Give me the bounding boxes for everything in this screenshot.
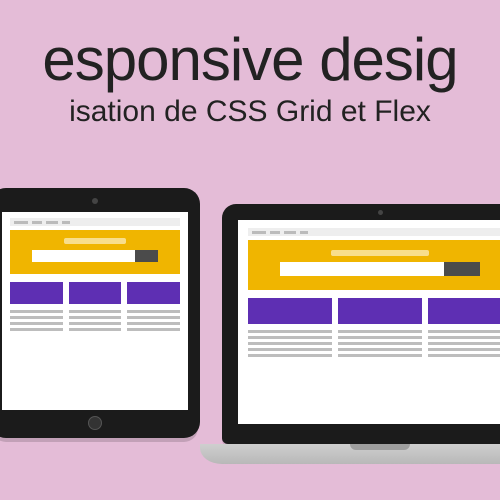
mock-search-button <box>444 262 480 276</box>
mock-search-bar <box>280 262 480 276</box>
mock-card <box>69 282 122 304</box>
mock-column <box>127 282 180 334</box>
mock-columns <box>248 298 500 360</box>
mock-search-bar <box>32 250 158 262</box>
page-title: esponsive desig <box>0 28 500 91</box>
mock-card <box>127 282 180 304</box>
mock-column <box>248 298 332 360</box>
mock-card <box>10 282 63 304</box>
tablet-camera-icon <box>92 198 98 204</box>
mock-hero-heading <box>331 250 429 256</box>
mock-column <box>69 282 122 334</box>
mock-search-button <box>135 250 158 262</box>
laptop-screen <box>238 220 500 424</box>
title-block: esponsive desig isation de CSS Grid et F… <box>0 28 500 129</box>
mock-columns <box>10 282 180 334</box>
mock-hero <box>248 240 500 290</box>
mock-card <box>248 298 332 324</box>
mock-hero <box>10 230 180 274</box>
mock-menubar <box>248 228 500 236</box>
device-stage <box>0 162 500 482</box>
laptop-device <box>200 204 500 464</box>
laptop-lid <box>222 204 500 444</box>
mock-card <box>428 298 500 324</box>
tablet-device <box>0 188 200 438</box>
mock-card <box>338 298 422 324</box>
tablet-screen <box>2 212 188 410</box>
mock-hero-heading <box>64 238 126 244</box>
laptop-base <box>200 444 500 464</box>
mock-column <box>428 298 500 360</box>
mock-column <box>338 298 422 360</box>
mock-column <box>10 282 63 334</box>
page-subtitle: isation de CSS Grid et Flex <box>0 95 500 129</box>
mock-menubar <box>10 218 180 226</box>
laptop-camera-icon <box>378 210 383 215</box>
tablet-home-button-icon <box>88 416 102 430</box>
